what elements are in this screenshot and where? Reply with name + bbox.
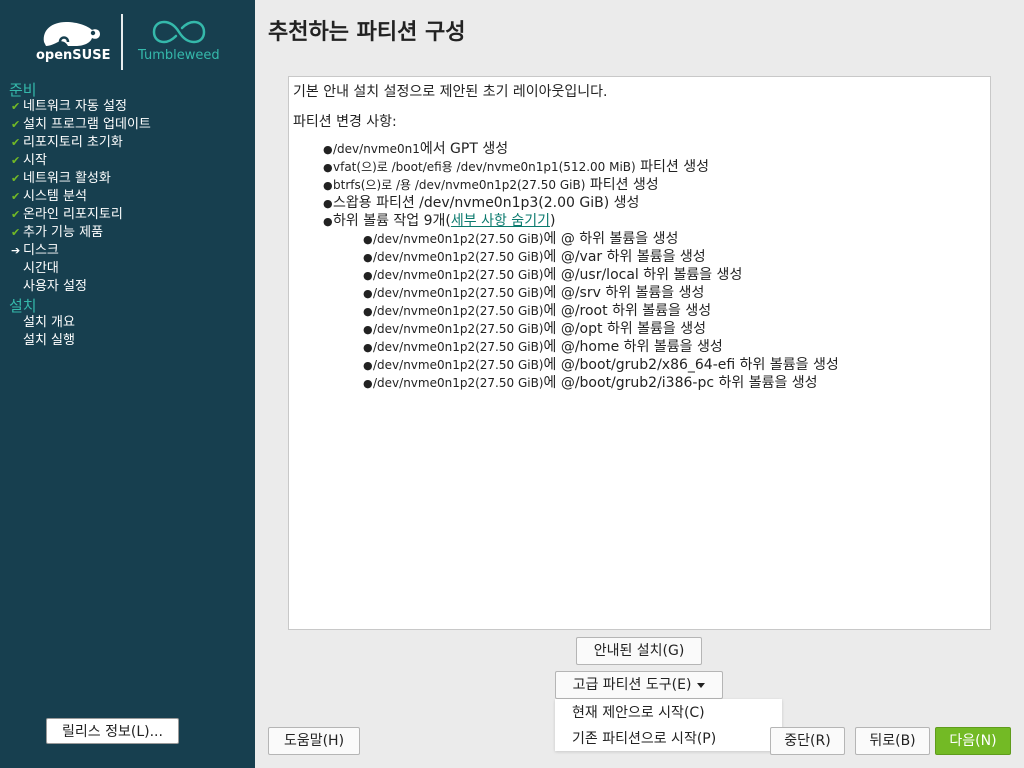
check-icon: ✔ [11, 136, 21, 149]
chevron-down-icon [697, 682, 706, 688]
step-disk: ➔ 디스크 [11, 243, 59, 258]
subvolume-item: ●/dev/nvme0n1p2(27.50 GiB)에 @/usr/local … [363, 267, 743, 283]
arrow-right-icon: ➔ [11, 244, 21, 257]
logo-brand: openSUSE [36, 48, 111, 63]
step-timezone: 시간대 [23, 261, 59, 276]
check-icon: ✔ [11, 100, 21, 113]
step-start: ✔ 시작 [11, 153, 47, 168]
intro-text: 기본 안내 설치 설정으로 제안된 초기 레이아웃입니다. [293, 84, 608, 100]
step-repo-init: ✔ 리포지토리 초기화 [11, 135, 123, 150]
infinity-icon [152, 20, 206, 44]
expert-partitioner-button[interactable]: 고급 파티션 도구(E) [555, 671, 723, 699]
section-install: 설치 [9, 297, 37, 315]
step-network-activate: ✔ 네트워크 활성화 [11, 171, 111, 186]
subvolume-item: ●/dev/nvme0n1p2(27.50 GiB)에 @/boot/grub2… [363, 375, 818, 391]
list-item: ●vfat(으)로 /boot/efi용 /dev/nvme0n1p1(512.… [323, 159, 710, 175]
sidebar: openSUSE Tumbleweed 준비 ✔ 네트워크 자동 설정 ✔ 설치 프… [0, 0, 255, 768]
subvolume-item: ●/dev/nvme0n1p2(27.50 GiB)에 @/home 하위 볼륨… [363, 339, 723, 355]
section-prep: 준비 [9, 81, 37, 99]
opensuse-logo: openSUSE Tumbleweed [36, 14, 226, 70]
changes-heading: 파티션 변경 사항: [293, 114, 397, 130]
step-installer-update: ✔ 설치 프로그램 업데이트 [11, 117, 151, 132]
subvolume-item: ●/dev/nvme0n1p2(27.50 GiB)에 @ 하위 볼륨을 생성 [363, 231, 679, 247]
subvolume-item: ●/dev/nvme0n1p2(27.50 GiB)에 @/srv 하위 볼륨을… [363, 285, 705, 301]
step-install-overview: 설치 개요 [23, 315, 75, 330]
abort-button[interactable]: 중단(R) [770, 727, 845, 755]
list-item: ●스왑용 파티션 /dev/nvme0n1p3(2.00 GiB) 생성 [323, 195, 640, 211]
check-icon: ✔ [11, 208, 21, 221]
check-icon: ✔ [11, 118, 21, 131]
step-online-repos: ✔ 온라인 리포지토리 [11, 207, 123, 222]
menu-item-start-existing-partitions[interactable]: 기존 파티션으로 시작(P) [572, 728, 716, 748]
subvolume-item: ●/dev/nvme0n1p2(27.50 GiB)에 @/boot/grub2… [363, 357, 839, 373]
page-title: 추천하는 파티션 구성 [268, 20, 466, 45]
step-system-analysis: ✔ 시스템 분석 [11, 189, 87, 204]
step-user-setup: 사용자 설정 [23, 279, 87, 294]
subvolume-item: ●/dev/nvme0n1p2(27.50 GiB)에 @/var 하위 볼륨을… [363, 249, 706, 265]
logo-divider [121, 14, 123, 70]
proposal-summary: 기본 안내 설치 설정으로 제안된 초기 레이아웃입니다. 파티션 변경 사항:… [288, 76, 991, 630]
check-icon: ✔ [11, 172, 21, 185]
list-item-subvolumes: ●하위 볼륨 작업 9개(세부 사항 숨기기) [323, 213, 556, 229]
check-icon: ✔ [11, 190, 21, 203]
subvolume-item: ●/dev/nvme0n1p2(27.50 GiB)에 @/root 하위 볼륨… [363, 303, 712, 319]
menu-item-start-current-proposal[interactable]: 현재 제안으로 시작(C) [572, 702, 705, 722]
release-notes-button[interactable]: 릴리스 정보(L)... [46, 718, 179, 744]
step-addon-products: ✔ 추가 기능 제품 [11, 225, 104, 240]
check-icon: ✔ [11, 154, 21, 167]
next-button[interactable]: 다음(N) [935, 727, 1011, 755]
subvolume-item: ●/dev/nvme0n1p2(27.50 GiB)에 @/opt 하위 볼륨을… [363, 321, 706, 337]
list-item: ●/dev/nvme0n1에서 GPT 생성 [323, 141, 509, 157]
guided-setup-button[interactable]: 안내된 설치(G) [576, 637, 702, 665]
step-network-autoconfig: ✔ 네트워크 자동 설정 [11, 99, 127, 114]
hide-details-link[interactable]: 세부 사항 숨기기 [451, 213, 550, 229]
back-button[interactable]: 뒤로(B) [855, 727, 930, 755]
help-button[interactable]: 도움말(H) [268, 727, 360, 755]
logo-edition: Tumbleweed [138, 48, 220, 63]
chameleon-icon [43, 22, 100, 46]
step-perform-install: 설치 실행 [23, 333, 75, 348]
list-item: ●btrfs(으)로 /용 /dev/nvme0n1p2(27.50 GiB) … [323, 177, 659, 193]
expert-partitioner-menu: 현재 제안으로 시작(C) 기존 파티션으로 시작(P) [555, 699, 782, 751]
check-icon: ✔ [11, 226, 21, 239]
